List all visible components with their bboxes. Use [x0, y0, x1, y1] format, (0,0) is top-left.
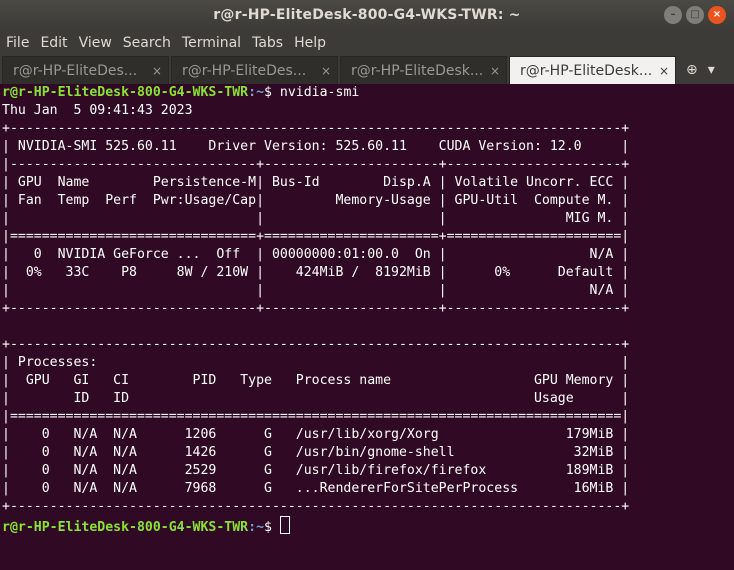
prompt-line: r@r-HP-EliteDesk-800-G4-WKS-TWR:~$ nvidi…: [2, 85, 359, 100]
output-line: | Processes: |: [2, 355, 630, 370]
output-line: | GPU Name Persistence-M| Bus-Id Disp.A …: [2, 175, 630, 190]
terminal-area[interactable]: r@r-HP-EliteDesk-800-G4-WKS-TWR:~$ nvidi…: [0, 84, 734, 570]
title-bar[interactable]: r@r-HP-EliteDesk-800-G4-WKS-TWR: ~ – □ ×: [0, 0, 734, 30]
output-line: |-------------------------------+-------…: [2, 157, 630, 172]
output-line: | 0 N/A N/A 1206 G /usr/lib/xorg/Xorg 17…: [2, 427, 630, 442]
tab-close-icon[interactable]: ×: [490, 64, 500, 78]
menu-search[interactable]: Search: [117, 35, 176, 51]
output-line: +---------------------------------------…: [2, 499, 630, 514]
terminal-output: r@r-HP-EliteDesk-800-G4-WKS-TWR:~$ nvidi…: [0, 84, 734, 537]
output-line: | NVIDIA-SMI 525.60.11 Driver Version: 5…: [2, 139, 630, 154]
menu-file[interactable]: File: [0, 35, 34, 51]
output-line: +-------------------------------+-------…: [2, 301, 630, 316]
menu-edit[interactable]: Edit: [34, 35, 72, 51]
command-text: nvidia-smi: [279, 85, 360, 100]
output-line: | 0 NVIDIA GeForce ... Off | 00000000:01…: [2, 247, 630, 262]
tab-close-icon[interactable]: ×: [321, 64, 331, 78]
tab-label: r@r-HP-EliteDesk...: [351, 62, 484, 79]
maximize-icon[interactable]: □: [686, 6, 704, 24]
tab-2[interactable]: r@r-HP-EliteDes... ×: [171, 56, 338, 84]
prompt-user: r@r-HP-EliteDesk-800-G4-WKS-TWR: [2, 85, 249, 100]
window-controls: – □ ×: [664, 6, 726, 24]
output-line: |===============================+=======…: [2, 229, 630, 244]
terminal-window: r@r-HP-EliteDesk-800-G4-WKS-TWR: ~ – □ ×…: [0, 0, 734, 570]
output-line: | 0 N/A N/A 2529 G /usr/lib/firefox/fire…: [2, 463, 630, 478]
prompt-path: :~: [248, 85, 265, 100]
menu-help[interactable]: Help: [288, 35, 331, 51]
command-output: Thu Jan 5 09:41:43 2023 +---------------…: [2, 103, 629, 514]
tab-3[interactable]: r@r-HP-EliteDesk... ×: [340, 56, 507, 84]
output-line: Thu Jan 5 09:41:43 2023: [2, 103, 193, 118]
output-line: +---------------------------------------…: [2, 121, 630, 136]
output-line: | | | N/A |: [2, 283, 630, 298]
tab-tools: ⊕ ▾: [686, 56, 715, 84]
menu-bar: File Edit View Search Terminal Tabs Help: [0, 30, 734, 56]
text-cursor[interactable]: [279, 516, 290, 534]
minimize-icon[interactable]: –: [664, 6, 682, 24]
output-line: | Fan Temp Perf Pwr:Usage/Cap| Memory-Us…: [2, 193, 630, 208]
output-line: |=======================================…: [2, 409, 630, 424]
menu-tabs[interactable]: Tabs: [246, 35, 288, 51]
close-icon[interactable]: ×: [708, 6, 726, 24]
window-title: r@r-HP-EliteDesk-800-G4-WKS-TWR: ~: [213, 7, 521, 23]
terminal-scrollbar[interactable]: [724, 84, 734, 570]
tab-label: r@r-HP-EliteDes...: [182, 62, 307, 79]
output-line: +---------------------------------------…: [2, 337, 630, 352]
new-tab-icon[interactable]: ⊕: [686, 62, 698, 78]
tab-label: r@r-HP-EliteDesk...: [520, 62, 653, 79]
prompt-line-current: r@r-HP-EliteDesk-800-G4-WKS-TWR:~$: [2, 516, 290, 535]
output-line: | 0 N/A N/A 7968 G ...RendererForSitePer…: [2, 481, 630, 496]
output-line: | 0% 33C P8 8W / 210W | 424MiB / 8192MiB…: [2, 265, 630, 280]
menu-view[interactable]: View: [73, 35, 117, 51]
tabs-menu-chevron-down-icon[interactable]: ▾: [708, 62, 715, 78]
menu-terminal[interactable]: Terminal: [176, 35, 246, 51]
tab-close-icon[interactable]: ×: [659, 64, 669, 78]
prompt-symbol: $: [264, 85, 280, 100]
prompt-symbol: $: [264, 520, 280, 535]
tab-bar: r@r-HP-EliteDes... × r@r-HP-EliteDes... …: [0, 56, 734, 84]
prompt-path: :~: [248, 520, 265, 535]
tab-close-icon[interactable]: ×: [152, 64, 162, 78]
output-line: | ID ID Usage |: [2, 391, 630, 406]
tab-1[interactable]: r@r-HP-EliteDes... ×: [2, 56, 169, 84]
output-line: | GPU GI CI PID Type Process name GPU Me…: [2, 373, 630, 388]
output-line: | | | MIG M. |: [2, 211, 630, 226]
tab-label: r@r-HP-EliteDes...: [13, 62, 138, 79]
prompt-user: r@r-HP-EliteDesk-800-G4-WKS-TWR: [2, 520, 249, 535]
output-line: | 0 N/A N/A 1426 G /usr/bin/gnome-shell …: [2, 445, 630, 460]
tab-4-active[interactable]: r@r-HP-EliteDesk... ×: [509, 56, 676, 84]
